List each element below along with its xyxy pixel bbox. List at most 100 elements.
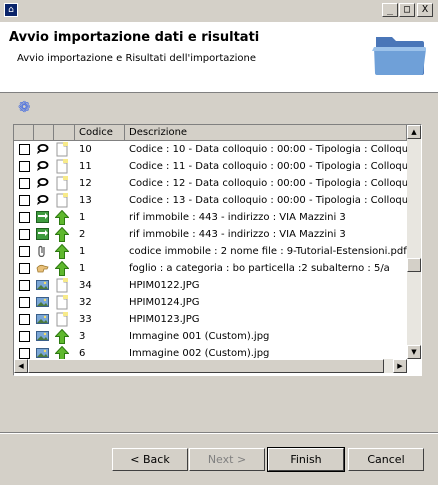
cell-descrizione: rif immobile : 443 - indirizzo : VIA Maz… (129, 212, 346, 223)
column-header-select[interactable] (14, 125, 34, 141)
row-checkbox[interactable] (19, 331, 30, 342)
hand-icon (36, 262, 49, 274)
column-header-codice[interactable]: Codice (75, 125, 125, 141)
page-title: Avvio importazione dati e risultati (9, 30, 260, 45)
table-row[interactable]: 2 rif immobile : 443 - indirizzo : VIA Ma… (14, 226, 407, 243)
cell-codice: 33 (79, 314, 92, 325)
cell-descrizione: Codice : 12 - Data colloquio : 00:00 - T… (129, 178, 407, 189)
chat-bubble-icon (36, 160, 49, 172)
cell-descrizione: Codice : 13 - Data colloquio : 00:00 - T… (129, 195, 407, 206)
wizard-header: Avvio importazione dati e risultati Avvi… (0, 22, 438, 93)
page-subtitle: Avvio importazione e Risultati dell'impo… (17, 53, 257, 64)
cell-codice: 3 (79, 331, 86, 342)
vertical-scroll-thumb[interactable] (407, 258, 421, 272)
up-arrow-icon (54, 345, 70, 360)
column-header-type[interactable] (34, 125, 54, 141)
cell-codice: 11 (79, 161, 92, 172)
cell-codice: 1 (79, 246, 86, 257)
footer-separator (0, 432, 438, 434)
cell-codice: 13 (79, 195, 92, 206)
cell-codice: 6 (79, 348, 86, 359)
scroll-left-button[interactable]: ◀ (14, 359, 28, 373)
cell-descrizione: foglio : a categoria : bo particella :2 … (129, 263, 390, 274)
note-icon (55, 159, 69, 174)
row-checkbox[interactable] (19, 246, 30, 257)
row-checkbox[interactable] (19, 212, 30, 223)
scroll-down-button[interactable]: ▼ (407, 345, 421, 359)
cell-codice: 2 (79, 229, 86, 240)
cell-codice: 12 (79, 178, 92, 189)
import-table: Codice Descrizione 10 Codice : 10 - Data … (13, 124, 422, 376)
row-checkbox[interactable] (19, 229, 30, 240)
picture-icon (36, 330, 49, 342)
vertical-scrollbar[interactable]: ▲ ▼ (407, 125, 421, 359)
cell-codice: 10 (79, 144, 92, 155)
row-checkbox[interactable] (19, 195, 30, 206)
note-icon (55, 312, 69, 327)
table-row[interactable]: 10 Codice : 10 - Data colloquio : 00:00 -… (14, 141, 407, 158)
table-row[interactable]: 33 HPIM0123.JPG (14, 311, 407, 328)
row-checkbox[interactable] (19, 161, 30, 172)
table-row[interactable]: 6 Immagine 002 (Custom).jpg (14, 345, 407, 360)
table-row[interactable]: 1 codice immobile : 2 nome file : 9-Tutor… (14, 243, 407, 260)
cell-codice: 1 (79, 263, 86, 274)
paperclip-icon (36, 245, 49, 258)
scroll-right-button[interactable]: ▶ (393, 359, 407, 373)
up-arrow-icon (54, 226, 70, 242)
row-checkbox[interactable] (19, 348, 30, 359)
gear-icon[interactable]: ❁ (18, 100, 31, 115)
table-row[interactable]: 11 Codice : 11 - Data colloquio : 00:00 -… (14, 158, 407, 175)
table-row[interactable]: 12 Codice : 12 - Data colloquio : 00:00 -… (14, 175, 407, 192)
cell-descrizione: rif immobile : 443 - indirizzo : VIA Maz… (129, 229, 346, 240)
table-row[interactable]: 13 Codice : 13 - Data colloquio : 00:00 -… (14, 192, 407, 209)
row-checkbox[interactable] (19, 280, 30, 291)
cell-codice: 1 (79, 212, 86, 223)
next-button[interactable]: Next > (189, 448, 265, 471)
note-icon (55, 295, 69, 310)
row-checkbox[interactable] (19, 314, 30, 325)
arrow-exchange-icon (36, 211, 49, 223)
cell-codice: 32 (79, 297, 92, 308)
table-row[interactable]: 3 Immagine 001 (Custom).jpg (14, 328, 407, 345)
table-row[interactable]: 34 HPIM0122.JPG (14, 277, 407, 294)
cell-descrizione: HPIM0124.JPG (129, 297, 200, 308)
cell-descrizione: codice immobile : 2 nome file : 9-Tutori… (129, 246, 407, 257)
scroll-up-button[interactable]: ▲ (407, 125, 421, 139)
title-bar: ⌂ _ □ X (0, 0, 438, 22)
chat-bubble-icon (36, 194, 49, 206)
row-checkbox[interactable] (19, 297, 30, 308)
app-icon[interactable]: ⌂ (4, 3, 18, 17)
table-header: Codice Descrizione (14, 125, 407, 141)
cell-descrizione: Immagine 001 (Custom).jpg (129, 331, 270, 342)
row-checkbox[interactable] (19, 144, 30, 155)
picture-icon (36, 347, 49, 359)
cancel-button[interactable]: Cancel (348, 448, 424, 471)
column-header-descrizione[interactable]: Descrizione (125, 125, 407, 141)
column-header-status[interactable] (54, 125, 75, 141)
row-checkbox[interactable] (19, 178, 30, 189)
cell-descrizione: Immagine 002 (Custom).jpg (129, 348, 270, 359)
table-row[interactable]: 32 HPIM0124.JPG (14, 294, 407, 311)
minimize-button[interactable]: _ (382, 3, 398, 17)
horizontal-scrollbar[interactable]: ◀ ▶ (14, 359, 407, 373)
up-arrow-icon (54, 328, 70, 344)
finish-button[interactable]: Finish (267, 447, 345, 472)
row-checkbox[interactable] (19, 263, 30, 274)
picture-icon (36, 313, 49, 325)
chat-bubble-icon (36, 143, 49, 155)
close-button[interactable]: X (417, 3, 433, 17)
picture-icon (36, 296, 49, 308)
maximize-button[interactable]: □ (399, 3, 415, 17)
cell-descrizione: Codice : 11 - Data colloquio : 00:00 - T… (129, 161, 407, 172)
cell-codice: 34 (79, 280, 92, 291)
horizontal-scroll-thumb[interactable] (28, 359, 384, 373)
up-arrow-icon (54, 243, 70, 259)
back-button[interactable]: < Back (112, 448, 188, 471)
cell-descrizione: HPIM0122.JPG (129, 280, 200, 291)
table-row[interactable]: 1 foglio : a categoria : bo particella :2… (14, 260, 407, 277)
up-arrow-icon (54, 209, 70, 225)
arrow-exchange-icon (36, 228, 49, 240)
note-icon (55, 193, 69, 208)
table-row[interactable]: 1 rif immobile : 443 - indirizzo : VIA Ma… (14, 209, 407, 226)
folder-icon (372, 37, 426, 75)
